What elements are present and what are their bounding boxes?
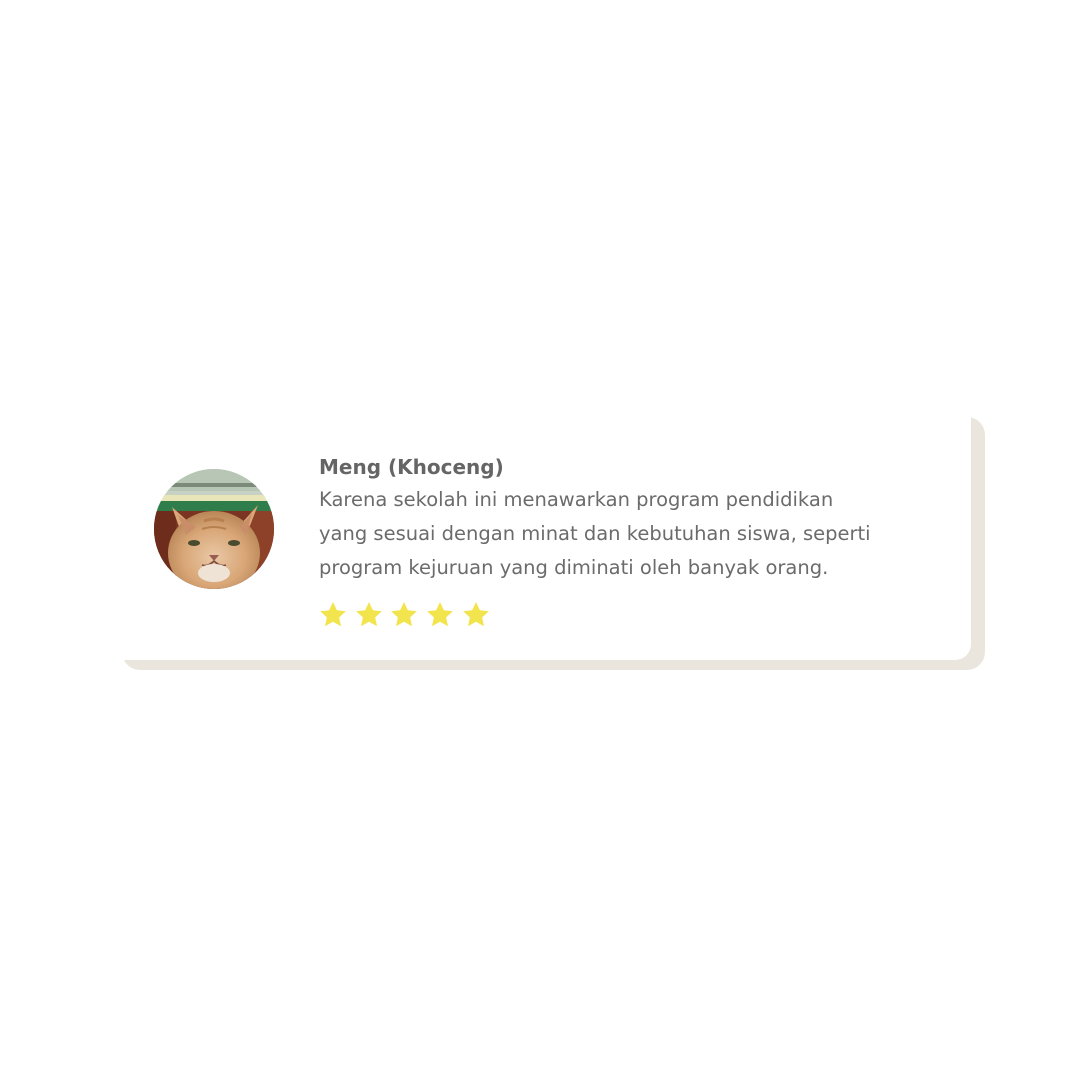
star-icon [461, 600, 491, 630]
review-text-line: Karena sekolah ini menawarkan program pe… [319, 488, 834, 511]
reviewer-name: Meng (Khoceng) [319, 455, 504, 479]
star-rating [318, 600, 496, 630]
cat-photo-icon [154, 469, 274, 589]
review-text-line: program kejuruan yang diminati oleh bany… [319, 556, 829, 579]
star-icon [389, 600, 419, 630]
star-icon [425, 600, 455, 630]
star-icon [354, 600, 384, 630]
review-text: Karena sekolah ini menawarkan program pe… [319, 483, 899, 585]
review-text-line: yang sesuai dengan minat dan kebutuhan s… [319, 522, 871, 545]
avatar [154, 469, 274, 589]
star-icon [318, 600, 348, 630]
